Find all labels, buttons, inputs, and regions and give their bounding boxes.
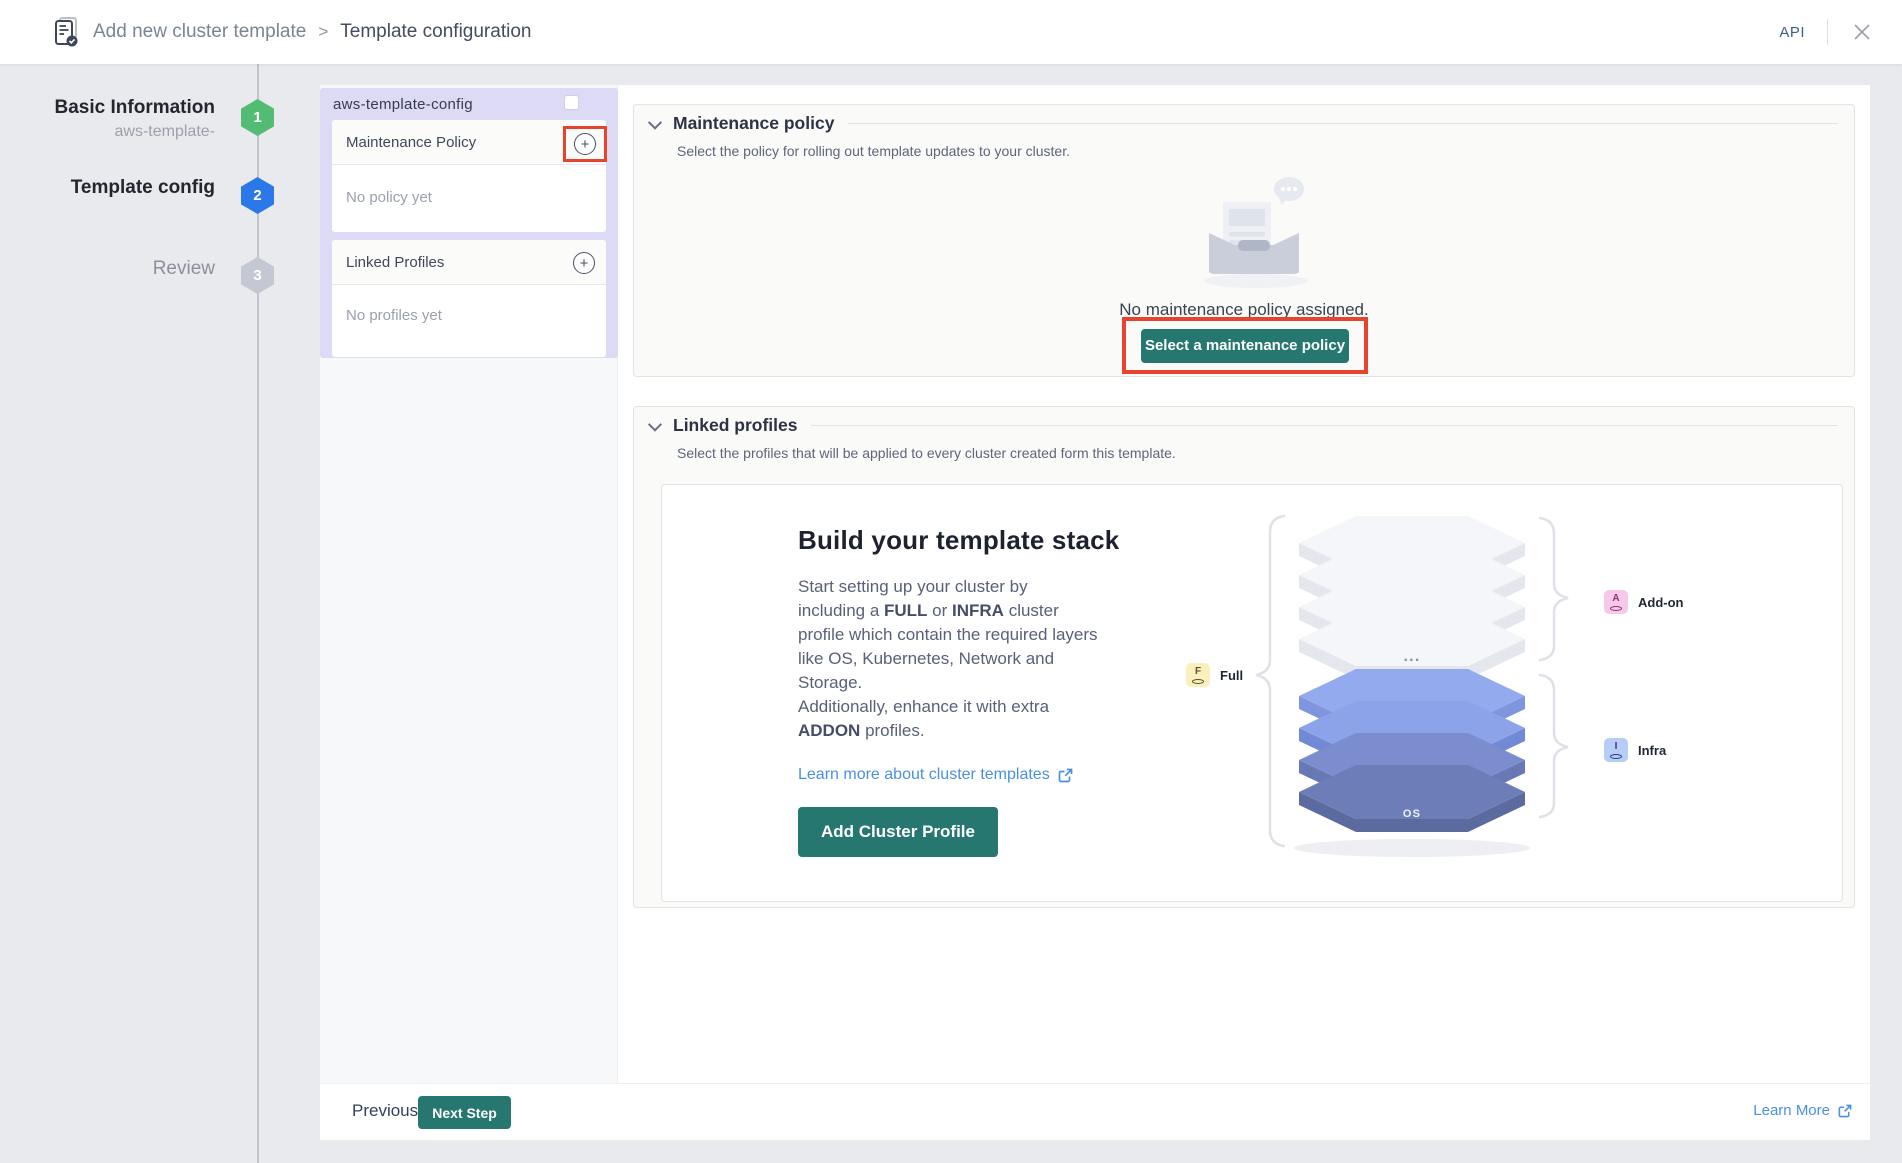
- section-subtitle: Select the policy for rolling out templa…: [677, 143, 1070, 159]
- build-template-stack-card: Build your template stack Start setting …: [661, 484, 1843, 902]
- template-config-card: aws-template-config Maintenance Policy +…: [320, 88, 618, 358]
- template-configuration-panel: aws-template-config Maintenance Policy +…: [320, 85, 1870, 1140]
- link-label: Learn more about cluster templates: [798, 766, 1050, 784]
- sidebar-step-review[interactable]: Review: [0, 258, 215, 280]
- linked-profiles-card-header: Linked Profiles +: [332, 240, 606, 285]
- step-2-hexagon[interactable]: 2: [241, 177, 274, 214]
- step-label: Review: [0, 258, 215, 280]
- addon-brace: [1540, 518, 1568, 660]
- stack-card-heading: Build your template stack: [798, 525, 1119, 556]
- step-number: 2: [253, 187, 261, 204]
- header-divider: [1827, 19, 1828, 45]
- select-maintenance-policy-button[interactable]: Select a maintenance policy: [1141, 329, 1349, 363]
- step-label: Template config: [0, 177, 215, 199]
- maintenance-policy-card: Maintenance Policy + No policy yet: [332, 120, 606, 232]
- template-config-checkbox[interactable]: [564, 95, 579, 110]
- maintenance-policy-card-body: No policy yet: [332, 165, 606, 232]
- chevron-down-icon[interactable]: [648, 115, 662, 129]
- add-policy-highlight-box: +: [563, 126, 607, 162]
- next-step-button[interactable]: Next Step: [418, 1096, 511, 1129]
- linked-profiles-card: Linked Profiles + No profiles yet: [332, 240, 606, 357]
- select-policy-highlight-box: Select a maintenance policy: [1122, 317, 1368, 374]
- chevron-down-icon[interactable]: [648, 417, 662, 431]
- add-profile-icon-wrap: +: [573, 252, 595, 274]
- stack-layer-label: ...: [1404, 584, 1421, 601]
- add-policy-icon[interactable]: +: [574, 133, 596, 155]
- stack-card-paragraph-2: Additionally, enhance it with extra ADDO…: [798, 695, 1098, 743]
- config-column: aws-template-config Maintenance Policy +…: [320, 85, 618, 1083]
- section-title: Maintenance policy: [673, 113, 834, 134]
- section-title: Linked profiles: [673, 415, 797, 436]
- section-subtitle: Select the profiles that will be applied…: [677, 445, 1176, 461]
- step-sublabel: aws-template-: [0, 123, 215, 141]
- learn-more-link[interactable]: Learn More: [1753, 1102, 1852, 1119]
- wizard-footer: Previous Next Step Learn More: [320, 1083, 1870, 1140]
- close-icon[interactable]: [1850, 20, 1874, 44]
- infra-brace: [1540, 675, 1568, 817]
- empty-inbox-illustration: [1196, 163, 1346, 297]
- stack-layer-label: OS: [1403, 808, 1421, 820]
- linked-profiles-card-body: No profiles yet: [332, 285, 606, 357]
- card-title: Maintenance Policy: [346, 134, 476, 151]
- breadcrumb-current page-title: Template configuration: [340, 21, 531, 43]
- template-document-icon: [54, 16, 81, 48]
- card-title: Linked Profiles: [346, 254, 444, 271]
- section-divider: [811, 425, 1838, 426]
- breadcrumb-parent[interactable]: Add new cluster template: [93, 21, 306, 43]
- step-number: 1: [253, 109, 261, 126]
- full-profile-label: Full: [1220, 668, 1243, 683]
- sidebar-step-basic-information[interactable]: Basic Information aws-template-: [0, 97, 215, 141]
- learn-more-cluster-templates-link[interactable]: Learn more about cluster templates: [798, 766, 1073, 784]
- step-3-hexagon[interactable]: 3: [241, 257, 274, 294]
- empty-profiles-text: No profiles yet: [346, 307, 442, 324]
- full-brace: [1256, 516, 1284, 846]
- stack-layer-label: KUBERNETES: [1368, 776, 1456, 788]
- infra-profile-badge-icon: I: [1604, 738, 1628, 762]
- stack-layer-label: ...: [1404, 552, 1421, 569]
- header-bar: Add new cluster template > Template conf…: [0, 0, 1902, 64]
- breadcrumb-separator-icon: >: [318, 22, 328, 42]
- addon-profile-badge-icon: A: [1604, 590, 1628, 614]
- linked-profiles-section: Linked profiles Select the profiles that…: [633, 406, 1855, 908]
- profile-stack-illustration: ............ STORAGE NETWORK KUBERNETES OS: [1242, 500, 1862, 875]
- step-1-hexagon[interactable]: 1: [241, 99, 274, 136]
- maintenance-policy-section: Maintenance policy Select the policy for…: [633, 104, 1855, 377]
- stack-layer-label: ...: [1404, 616, 1421, 633]
- add-cluster-profile-button[interactable]: Add Cluster Profile: [798, 807, 998, 857]
- addon-profile-label: Add-on: [1638, 595, 1683, 610]
- breadcrumb: Add new cluster template > Template conf…: [0, 16, 531, 48]
- sidebar-step-template-config[interactable]: Template config: [0, 177, 215, 199]
- section-divider: [848, 123, 1838, 124]
- stack-layer-label: ...: [1404, 648, 1421, 665]
- external-link-icon: [1838, 1104, 1852, 1118]
- stack-card-paragraph-1: Start setting up your cluster by includi…: [798, 575, 1098, 695]
- stack-layer-label: STORAGE: [1381, 712, 1444, 724]
- empty-policy-text: No policy yet: [346, 189, 432, 206]
- wizard-progress-line: [257, 64, 259, 1163]
- external-link-icon: [1058, 768, 1073, 783]
- stack-layer-label: NETWORK: [1379, 744, 1444, 756]
- maintenance-policy-card-header: Maintenance Policy +: [332, 120, 606, 165]
- add-profile-icon[interactable]: +: [573, 252, 595, 274]
- step-number: 3: [253, 267, 261, 284]
- previous-button[interactable]: Previous: [352, 1101, 418, 1121]
- step-label: Basic Information: [0, 97, 215, 119]
- template-config-name: aws-template-config: [333, 96, 473, 113]
- full-profile-badge-icon: F: [1186, 663, 1210, 687]
- api-link[interactable]: API: [1779, 24, 1805, 41]
- link-label: Learn More: [1753, 1102, 1830, 1119]
- infra-profile-label: Infra: [1638, 743, 1666, 758]
